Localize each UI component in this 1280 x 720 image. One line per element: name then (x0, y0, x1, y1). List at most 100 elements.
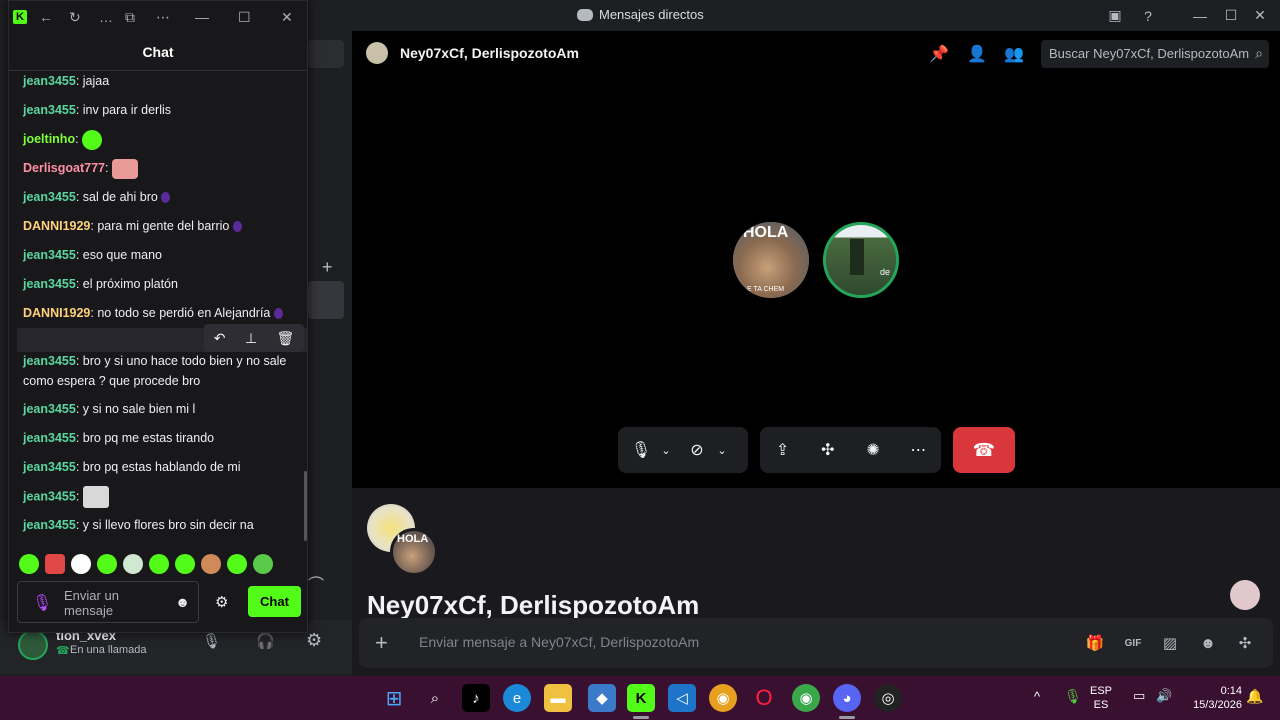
help-icon[interactable]: ? (1128, 0, 1168, 31)
emote-4-icon[interactable] (97, 554, 117, 574)
chat-username[interactable]: jean3455 (23, 248, 76, 262)
members-icon[interactable]: 👥 (1003, 43, 1025, 65)
clock[interactable]: 0:14 15/3/2026 (1186, 684, 1242, 712)
add-friends-icon[interactable]: 👤 (966, 43, 988, 65)
emote-8-icon[interactable] (201, 554, 221, 574)
user-settings-icon[interactable]: ⚙ (306, 630, 322, 651)
sidebar-search-stub[interactable] (308, 40, 344, 68)
user-avatar[interactable] (18, 630, 48, 660)
camera-off-icon[interactable]: ⊘ (682, 435, 712, 465)
popout-icon[interactable]: ⧉ (125, 9, 135, 26)
chat-username[interactable]: jean3455 (23, 354, 76, 368)
language-indicator[interactable]: ESP ES (1090, 684, 1112, 712)
kick-close-button[interactable]: ✕ (281, 9, 293, 26)
participant-avatar-2[interactable]: de (823, 222, 899, 298)
chat-message[interactable]: jean3455: sal de ahi bro (23, 187, 295, 207)
emote-10-icon[interactable] (253, 554, 273, 574)
reply-icon[interactable]: ↶ (214, 330, 226, 347)
chat-username[interactable]: jean3455 (23, 402, 76, 416)
chat-username[interactable]: Derlisgoat777 (23, 161, 105, 175)
tray-mic-icon[interactable]: 🎙 (1064, 688, 1082, 705)
kick-minimize-button[interactable]: — (195, 9, 209, 25)
file-explorer-icon[interactable]: ▬ (544, 684, 572, 712)
emote-2-icon[interactable] (45, 554, 65, 574)
delete-icon[interactable]: 🗑 (276, 330, 294, 347)
upload-plus-icon[interactable]: + (375, 630, 388, 656)
chat-message[interactable]: jean3455: y si llevo flores bro sin deci… (23, 515, 295, 535)
chat-message[interactable]: DANNI1929: no todo se perdió en Alejandr… (23, 303, 295, 323)
microphone-icon[interactable]: 🎙 (32, 593, 52, 613)
add-dm-icon[interactable]: + (322, 257, 333, 278)
chat-message[interactable]: jean3455: bro pq me estas tirando (23, 428, 295, 448)
chat-input[interactable]: 🎙 Enviar un mensaje ☻ (17, 581, 199, 623)
network-icon[interactable]: ▭ (1133, 688, 1145, 704)
user-mic-icon[interactable]: 🎙 (202, 632, 221, 650)
pin-icon[interactable]: 📌 (928, 43, 950, 65)
activities-icon[interactable]: ✣ (813, 435, 843, 465)
refresh-icon[interactable]: ↻ (69, 9, 81, 26)
emoji-icon[interactable]: ☻ (1196, 631, 1220, 655)
hangup-button[interactable]: ☎ (953, 427, 1015, 473)
chat-username[interactable]: DANNI1929 (23, 306, 90, 320)
mic-chevron-icon[interactable]: ⌄ (656, 435, 676, 465)
emote-5-icon[interactable] (123, 554, 143, 574)
chat-message[interactable]: joeltinho: (23, 129, 295, 150)
emote-9-icon[interactable] (227, 554, 247, 574)
kick-maximize-button[interactable]: ☐ (238, 9, 251, 26)
emote-6-icon[interactable] (149, 554, 169, 574)
soundboard-icon[interactable]: ✺ (858, 435, 888, 465)
gift-icon[interactable]: 🎁 (1083, 631, 1107, 655)
edge-icon[interactable]: e (503, 684, 531, 712)
chat-message-list[interactable]: jean3455: jajaa jean3455: inv para ir de… (9, 71, 307, 545)
chat-send-button[interactable]: Chat (248, 586, 301, 617)
emote-1-icon[interactable] (19, 554, 39, 574)
selected-dm-item[interactable] (308, 281, 344, 319)
back-arrow-icon[interactable]: ← (39, 9, 53, 25)
chat-username[interactable]: jean3455 (23, 460, 76, 474)
chrome-profile-icon[interactable]: ◉ (792, 684, 820, 712)
kick-taskbar-icon[interactable]: K (627, 684, 655, 712)
chat-message[interactable]: jean3455: jajaa (23, 71, 295, 91)
screen-share-icon[interactable]: ⇪ (768, 435, 798, 465)
close-button[interactable]: ✕ (1240, 0, 1280, 31)
notifications-icon[interactable]: 🔔 (1246, 688, 1263, 705)
windows-start-icon[interactable]: ⊞ (380, 684, 408, 712)
chat-message[interactable]: jean3455: bro y si uno hace todo bien y … (23, 351, 295, 391)
microphone-icon[interactable]: 🎙 (626, 435, 656, 465)
emote-3-icon[interactable] (71, 554, 91, 574)
obs-icon[interactable]: ◎ (874, 684, 902, 712)
chat-message[interactable]: jean3455: (23, 486, 295, 508)
pin-message-icon[interactable]: ⊥ (245, 330, 257, 347)
vscode-icon[interactable]: ◁ (668, 684, 696, 712)
more-icon[interactable]: ⋯ (156, 9, 170, 26)
chat-username[interactable]: jean3455 (23, 103, 76, 117)
search-input[interactable]: Buscar Ney07xCf, DerlispozotoAm ⌕ (1041, 40, 1269, 68)
disconnect-icon[interactable]: ⌒ (308, 571, 324, 595)
chat-username[interactable]: DANNI1929 (23, 219, 90, 233)
chat-message[interactable]: jean3455: inv para ir derlis (23, 100, 295, 120)
chat-message[interactable]: jean3455: y si no sale bien mi l (23, 399, 295, 419)
chat-username[interactable]: jean3455 (23, 74, 76, 88)
chrome-icon[interactable]: ◉ (709, 684, 737, 712)
chat-username[interactable]: jean3455 (23, 190, 76, 204)
headset-icon[interactable]: 🎧 (256, 632, 275, 650)
sticker-icon[interactable]: ▨ (1158, 631, 1182, 655)
chat-username[interactable]: jean3455 (23, 489, 76, 503)
chat-message[interactable]: jean3455: el próximo platón (23, 274, 295, 294)
chat-username[interactable]: joeltinho (23, 132, 75, 146)
taskbar-search-icon[interactable]: ⌕ (421, 684, 449, 712)
tiktok-icon[interactable]: ♪ (462, 684, 490, 712)
tray-chevron-icon[interactable]: ^ (1034, 689, 1040, 704)
ellipsis-icon[interactable]: … (99, 9, 113, 25)
discord-taskbar-icon[interactable]: ◕ (833, 684, 861, 712)
chat-settings-icon[interactable]: ⚙ (215, 593, 228, 611)
chat-message[interactable]: Derlisgoat777: (23, 158, 295, 179)
gif-icon[interactable]: GIF (1121, 631, 1145, 655)
python-icon[interactable]: ◆ (588, 684, 616, 712)
chat-message[interactable]: jean3455: bro pq estas hablando de mi (23, 457, 295, 477)
more-options-icon[interactable]: ⋯ (903, 435, 933, 465)
chat-username[interactable]: jean3455 (23, 518, 76, 532)
emote-7-icon[interactable] (175, 554, 195, 574)
opera-icon[interactable]: O (750, 684, 778, 712)
emoji-picker-icon[interactable]: ☻ (175, 594, 190, 610)
